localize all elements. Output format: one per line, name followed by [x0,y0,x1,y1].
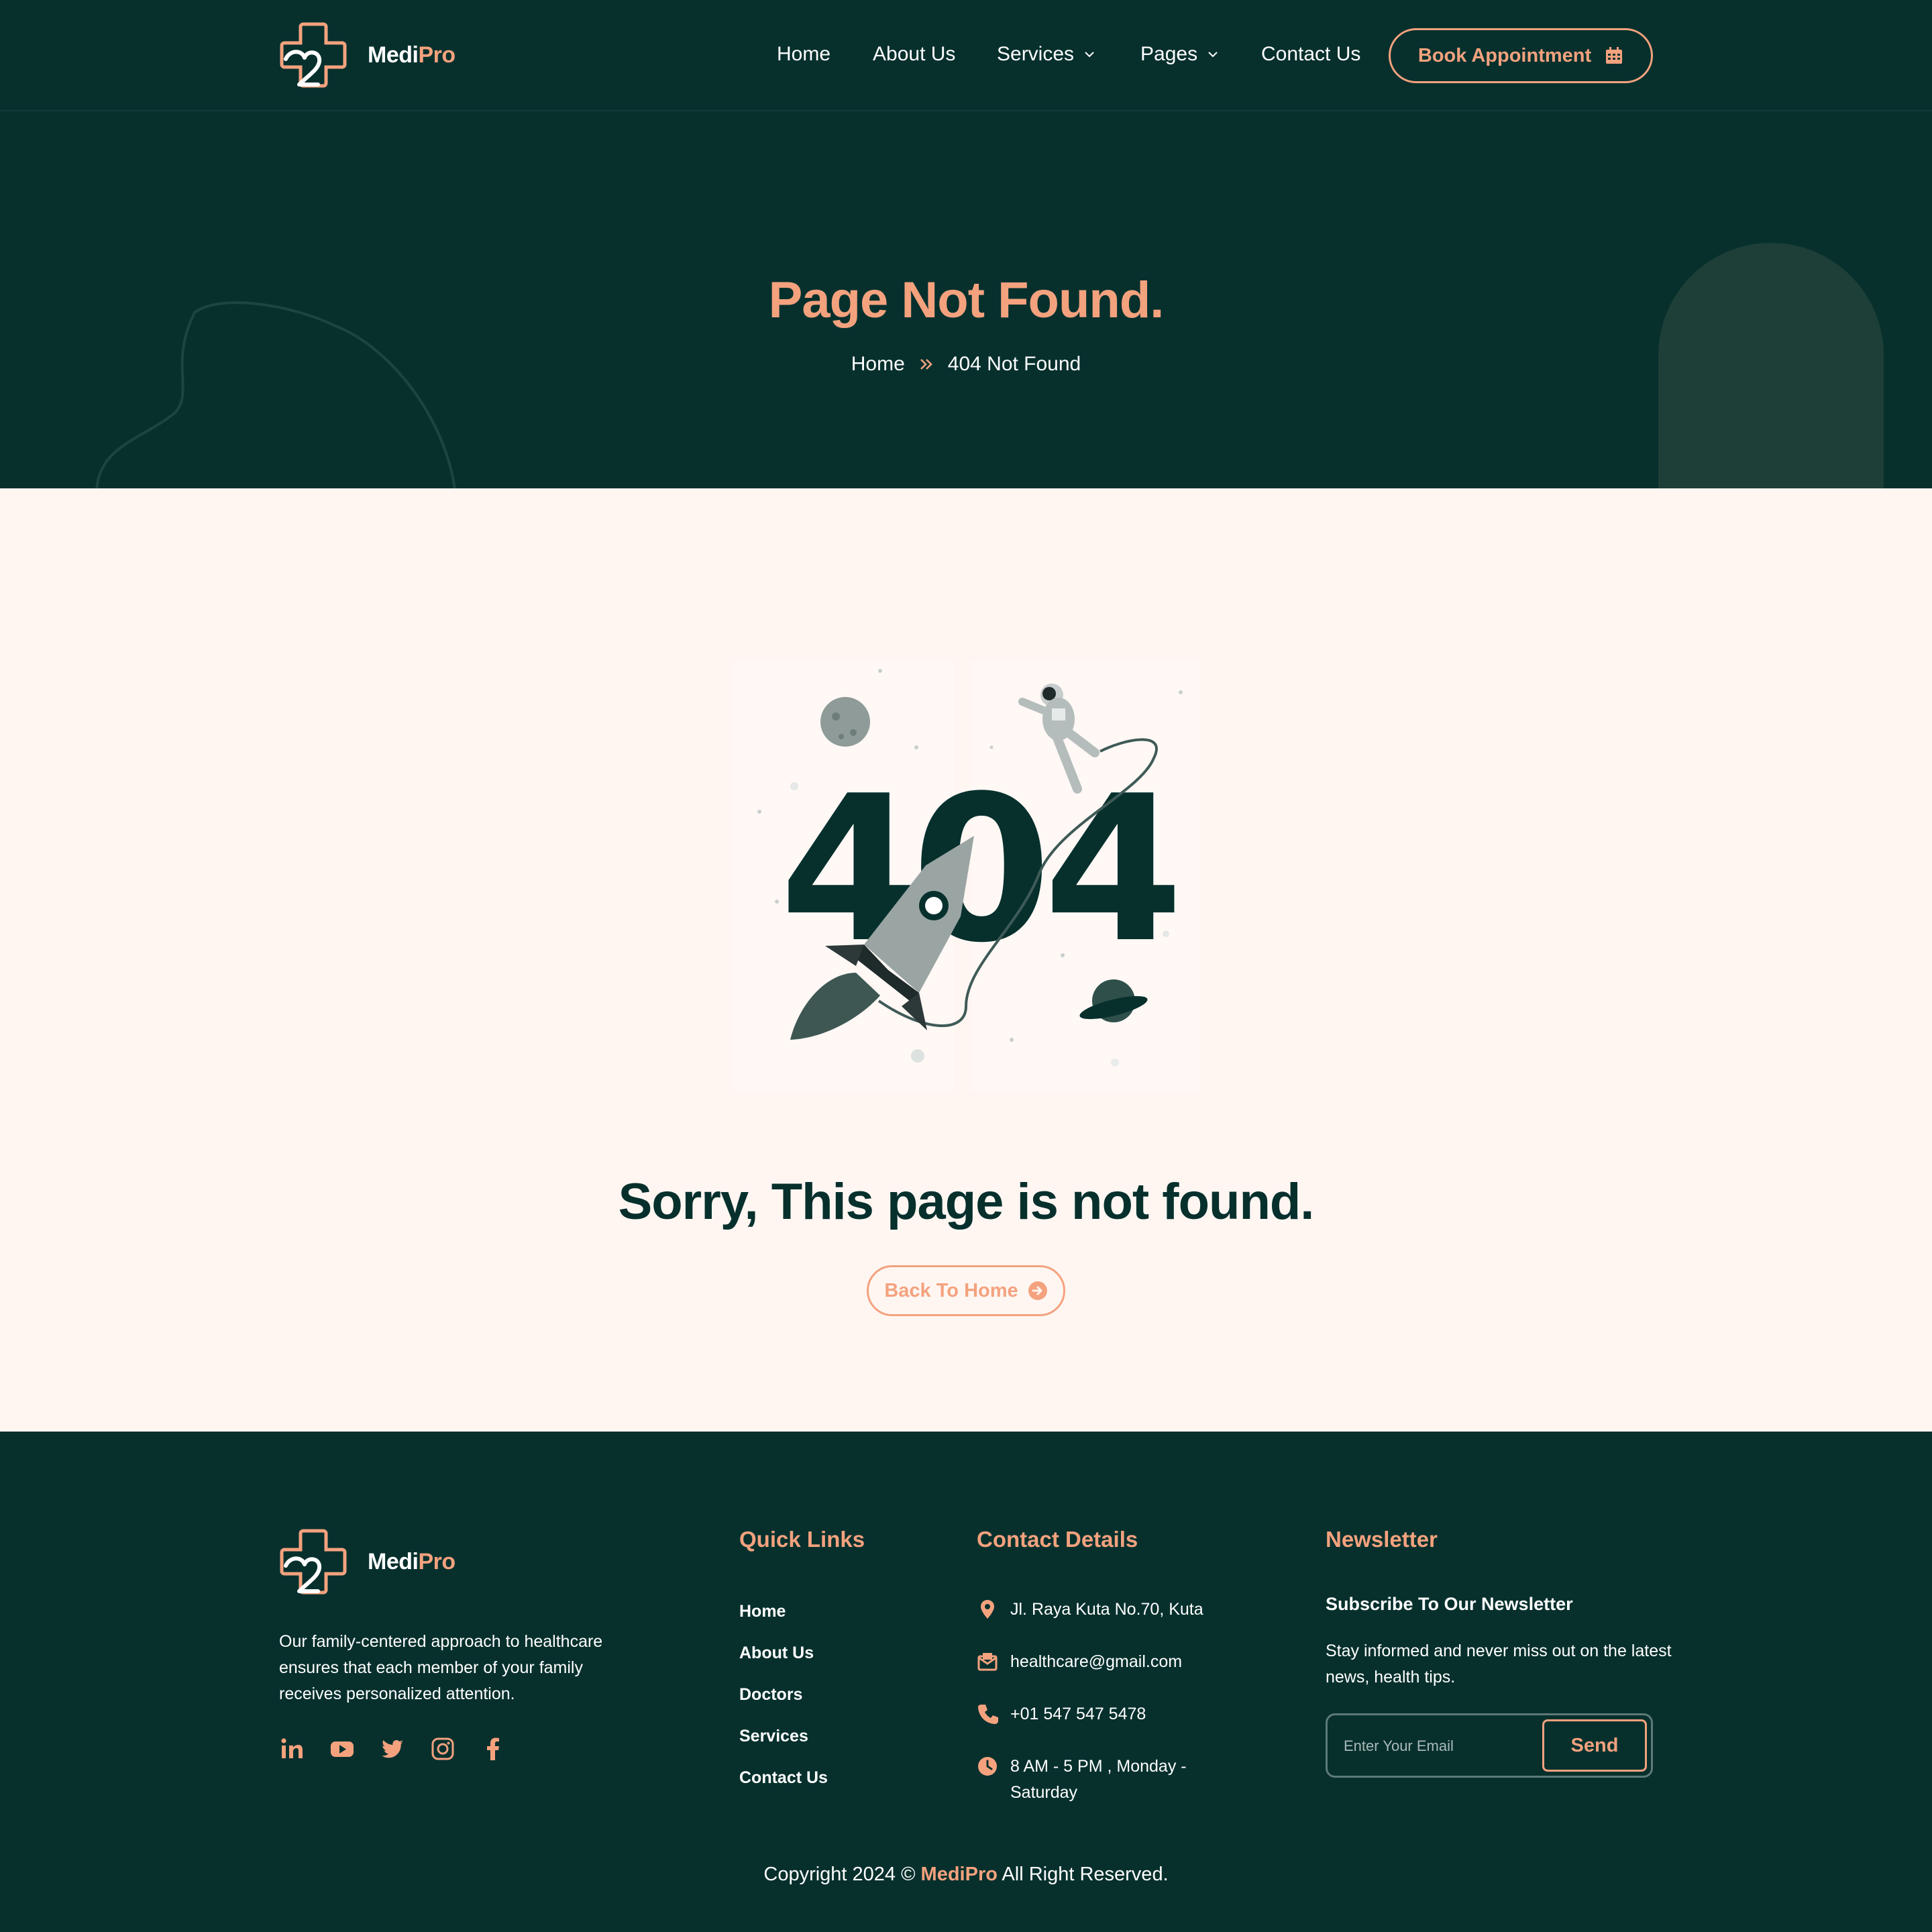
footer-link-home[interactable]: Home [739,1599,828,1641]
nav-home[interactable]: Home [777,43,830,66]
footer-logo[interactable]: MediPro [279,1527,455,1597]
footer-link-services[interactable]: Services [739,1724,828,1766]
page-title: Page Not Found. [768,272,1165,329]
not-found-heading: Sorry, This page is not found. [618,1173,1315,1230]
facebook-icon[interactable] [480,1736,506,1762]
nav-contact[interactable]: Contact Us [1261,43,1360,66]
quick-links-list: Home About Us Doctors Services Contact U… [739,1599,828,1807]
contact-details-heading: Contact Details [977,1527,1138,1552]
email-text: healthcare@gmail.com [1010,1652,1183,1671]
newsletter-form: Send [1326,1713,1653,1778]
breadcrumb: Home 404 Not Found [0,353,1932,376]
footer-link-about[interactable]: About Us [739,1641,828,1682]
contact-address: Jl. Raya Kuta No.70, Kuta [977,1597,1203,1623]
email-icon [977,1653,998,1671]
chevron-down-icon [1085,52,1094,58]
location-pin-icon [981,1600,994,1619]
book-appointment-button[interactable]: Book Appointment [1389,28,1653,83]
clock-icon [978,1757,997,1776]
not-found-section: 404 Sorry, This page is not found. Back … [0,488,1932,1432]
nav-about[interactable]: About Us [873,43,955,66]
nav-services-label: Services [997,43,1075,65]
linkedin-icon[interactable] [279,1736,305,1762]
breadcrumb-home[interactable]: Home [851,353,905,376]
book-appointment-label: Book Appointment [1417,44,1592,66]
phone-text: +01 547 547 5478 [1010,1705,1146,1723]
brand-name: MediPro [368,42,455,68]
newsletter-subtitle: Subscribe To Our Newsletter [1326,1594,1573,1614]
arrow-circle-right-icon [1028,1281,1047,1300]
newsletter-email-input[interactable] [1344,1733,1525,1760]
calendar-icon [1606,47,1623,64]
nav-pages-label: Pages [1140,43,1198,65]
nav-services[interactable]: Services [997,43,1095,66]
site-header: MediPro Home About Us Services Pages Con… [0,0,1932,111]
chevron-down-icon [1208,52,1218,58]
footer-about-text: Our family-centered approach to healthca… [279,1632,603,1703]
back-to-home-label: Back To Home [884,1279,1018,1301]
social-links [279,1736,531,1762]
footer-link-doctors[interactable]: Doctors [739,1682,828,1724]
medipro-logo-icon [280,22,347,88]
header-logo[interactable]: MediPro [279,20,455,90]
footer-link-contact[interactable]: Contact Us [739,1766,828,1807]
twitter-icon[interactable] [380,1736,405,1762]
back-to-home-button[interactable]: Back To Home [867,1265,1065,1316]
phone-icon [978,1705,998,1724]
copyright-text: Copyright 2024 © MediPro All Right Reser… [763,1864,1169,1885]
medipro-logo-icon [280,1529,347,1595]
newsletter-send-button[interactable]: Send [1542,1719,1647,1772]
address-text: Jl. Raya Kuta No.70, Kuta [1010,1600,1203,1619]
copyright-brand: MediPro [920,1864,998,1885]
site-footer: MediPro Our family-centered approach to … [0,1432,1932,1932]
newsletter-heading: Newsletter [1326,1527,1438,1552]
contact-email[interactable]: healthcare@gmail.com [977,1649,1182,1675]
rocket-astronaut-404-illustration: 404 [733,661,1199,1091]
breadcrumb-current: 404 Not Found [947,353,1081,375]
nav-pages[interactable]: Pages [1140,43,1219,66]
newsletter-description: Stay informed and never miss out on the … [1326,1642,1672,1686]
hours-text: 8 AM - 5 PM , Monday - Saturday [1010,1757,1187,1802]
footer-brand-name: MediPro [368,1548,455,1574]
contact-phone[interactable]: +01 547 547 5478 [977,1701,1146,1727]
quick-links-heading: Quick Links [739,1527,865,1552]
page-hero: Page Not Found. Home 404 Not Found [0,111,1932,488]
youtube-icon[interactable] [329,1736,355,1762]
instagram-icon[interactable] [430,1736,455,1762]
double-chevron-right-icon [920,359,932,370]
contact-hours: 8 AM - 5 PM , Monday - Saturday [977,1754,1187,1806]
